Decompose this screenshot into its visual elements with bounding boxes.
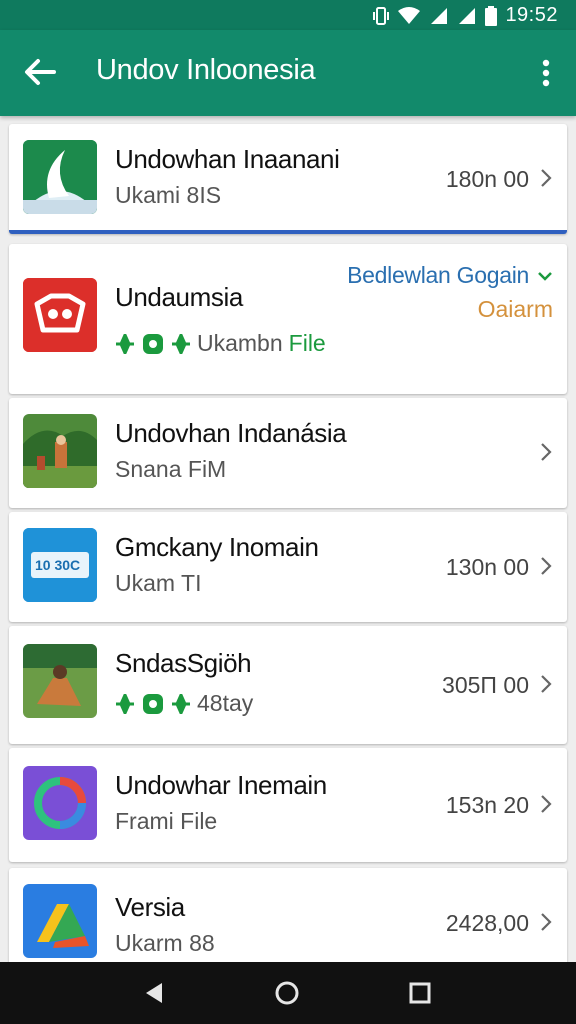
signal-icon xyxy=(459,7,476,24)
icon-text: 10 30C xyxy=(35,557,81,573)
chevron-down-icon xyxy=(538,271,552,281)
plus-diamond-icon xyxy=(172,693,190,714)
nav-recents-icon[interactable] xyxy=(406,979,434,1007)
app-icon-drive xyxy=(23,884,97,958)
sail-logo-icon xyxy=(23,140,97,214)
chevron-right-icon xyxy=(541,557,552,575)
chevron-right-icon xyxy=(541,675,552,693)
item-subtitle: 48tay xyxy=(197,690,254,716)
location-pin-icon xyxy=(143,333,163,354)
item-tags: 48tay xyxy=(115,690,253,717)
badge-logo-icon xyxy=(23,278,97,352)
item-size: 2428,00 xyxy=(445,910,529,936)
vibrate-icon xyxy=(373,6,390,25)
app-icon-blue: 10 30C xyxy=(23,528,97,602)
item-subtitle: Snana FiM xyxy=(115,456,227,482)
list-item[interactable]: Undowhar Inemain Frami File 153n 20 xyxy=(9,748,567,862)
status-icons: 19:52 xyxy=(373,4,558,27)
app-thumbnail-field xyxy=(23,644,97,718)
signal-icon xyxy=(431,7,448,24)
location-pin-icon xyxy=(143,693,163,714)
list-item[interactable]: Undowhan Inaanani Ukami 8IS 180n 00 xyxy=(9,124,567,234)
item-status-secondary: Oaiarm xyxy=(477,296,553,322)
item-size: 180n 00 xyxy=(445,166,529,192)
status-bar: 19:52 xyxy=(0,0,576,30)
item-name: Undowhan Inaanani xyxy=(115,144,340,174)
app-icon-red xyxy=(23,278,97,352)
item-name: Undaumsia xyxy=(115,282,243,312)
status-time: 19:52 xyxy=(505,4,558,26)
app-icon-sail xyxy=(23,140,97,214)
more-vert-icon[interactable] xyxy=(536,58,556,88)
app-icon-purple xyxy=(23,766,97,840)
chevron-right-icon xyxy=(541,169,552,187)
wifi-icon xyxy=(398,6,421,24)
item-subtitle: Ukambn xyxy=(197,330,283,356)
item-subtitle-accent: File xyxy=(288,330,326,356)
nav-home-icon[interactable] xyxy=(273,979,301,1007)
list-item[interactable]: 10 30C Gmckany Inomain Ukam TI 130n 00 xyxy=(9,512,567,622)
app-bar: Undov Inloonesia xyxy=(0,30,576,116)
circle-g-logo-icon xyxy=(23,766,97,840)
item-subtitle: Frami File xyxy=(115,808,218,834)
item-size: 130n 00 xyxy=(445,554,529,580)
chevron-right-icon xyxy=(541,443,552,461)
item-name: Gmckany Inomain xyxy=(115,532,319,562)
app-thumbnail-landscape xyxy=(23,414,97,488)
plus-diamond-icon xyxy=(116,333,134,354)
nav-back-icon[interactable] xyxy=(140,979,168,1007)
page-title: Undov Inloonesia xyxy=(96,54,316,86)
chevron-right-icon xyxy=(541,913,552,931)
plus-diamond-icon xyxy=(116,693,134,714)
list-item[interactable]: Undaumsia Ukambn File Bedlewlan Gogain O… xyxy=(9,244,567,394)
triangle-logo-icon xyxy=(23,884,97,958)
item-size: 305Π 00 xyxy=(442,672,529,698)
item-subtitle: Ukarm 88 xyxy=(115,930,215,956)
plus-diamond-icon xyxy=(172,333,190,354)
list-item[interactable]: Versia Ukarm 88 2428,00 xyxy=(9,868,567,968)
list-item[interactable]: SndasSgiöh 48tay 305Π 00 xyxy=(9,626,567,744)
battery-icon xyxy=(485,5,498,26)
item-size: 153n 20 xyxy=(445,792,529,818)
back-arrow-icon[interactable] xyxy=(22,54,58,90)
item-name: SndasSgiöh xyxy=(115,648,252,678)
item-status[interactable]: Bedlewlan Gogain xyxy=(347,262,553,289)
item-name: Undowhar Inemain xyxy=(115,770,327,800)
item-name: Undovhan Indanásia xyxy=(115,418,347,448)
item-tags: Ukambn File xyxy=(115,330,326,357)
landscape-photo-icon xyxy=(23,414,97,488)
item-name: Versia xyxy=(115,892,185,922)
field-photo-icon xyxy=(23,644,97,718)
list-item[interactable]: Undovhan Indanásia Snana FiM xyxy=(9,398,567,508)
item-subtitle: Ukami 8IS xyxy=(115,182,222,208)
chevron-right-icon xyxy=(541,795,552,813)
item-subtitle: Ukam TI xyxy=(115,570,202,596)
system-nav-bar xyxy=(0,962,576,1024)
